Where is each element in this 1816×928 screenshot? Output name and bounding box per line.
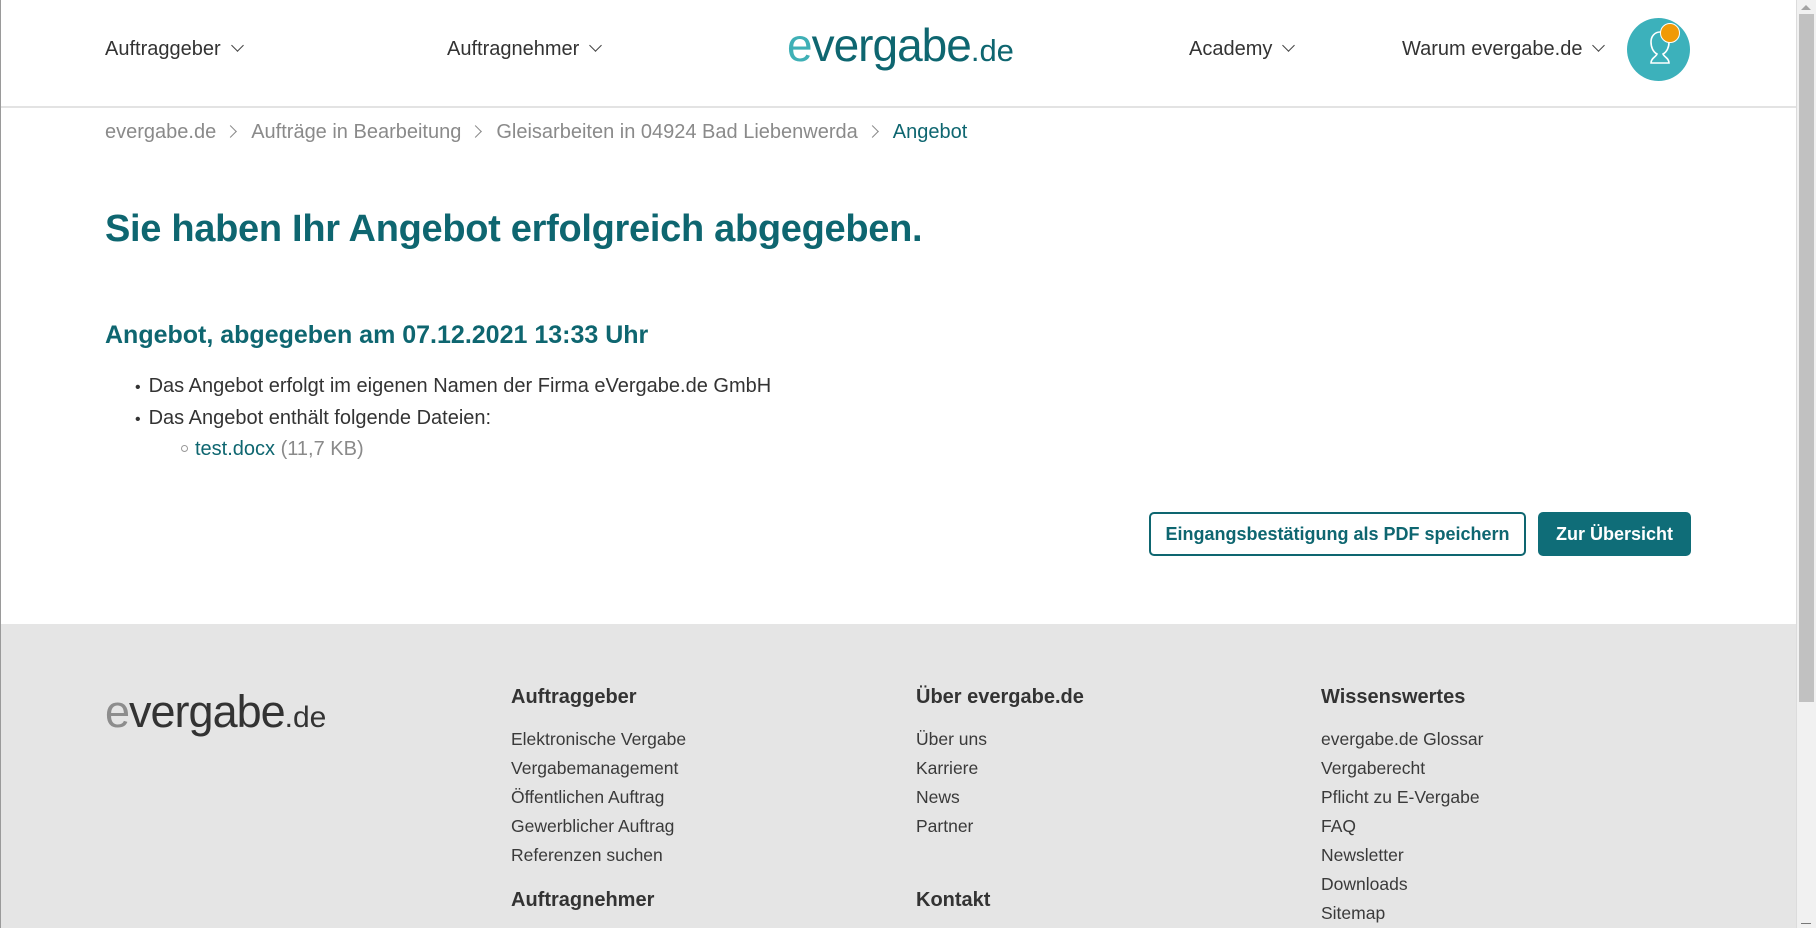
footer-link[interactable]: Partner (916, 813, 1084, 842)
footer-heading: Auftraggeber (511, 686, 637, 708)
site-header: Auftraggeber Auftragnehmer evergabe.de A… (1, 0, 1796, 108)
footer-column-auftraggeber: Auftraggeber Elektronische Vergabe Verga… (511, 686, 686, 928)
footer-column-wissenswertes: Wissenswertes evergabe.de Glossar Vergab… (1321, 686, 1483, 928)
chevron-down-icon (589, 39, 603, 52)
footer-link[interactable]: Downloads (1321, 871, 1483, 900)
chevron-right-icon (224, 125, 238, 138)
logo-e: e (787, 19, 813, 71)
footer-link[interactable]: Referenzen suchen (511, 842, 686, 871)
nav-warum-evergabe[interactable]: Warum evergabe.de (1402, 38, 1606, 61)
offer-details-list: Das Angebot erfolgt im eigenen Namen der… (135, 372, 772, 436)
footer-heading: Über evergabe.de (916, 686, 1084, 708)
circle-bullet-icon (181, 445, 188, 452)
footer-link[interactable]: News (916, 784, 1084, 813)
footer-link[interactable]: Karriere (916, 755, 1084, 784)
chevron-down-icon (230, 39, 244, 52)
footer-link[interactable]: evergabe.de Glossar (1321, 726, 1483, 755)
chevron-down-icon (1592, 39, 1606, 52)
site-logo[interactable]: evergabe.de (787, 18, 1014, 72)
file-item: test.docx (11,7 KB) (181, 438, 364, 461)
footer-spacer (916, 842, 1084, 871)
breadcrumb-home[interactable]: evergabe.de (105, 121, 216, 143)
list-item: Das Angebot enthält folgende Dateien: (135, 404, 771, 436)
submission-heading: Angebot, abgegeben am 07.12.2021 13:33 U… (105, 321, 649, 349)
footer-link[interactable]: Über uns (916, 726, 1084, 755)
user-icon (1650, 31, 1670, 64)
logo-tld: .de (970, 33, 1014, 68)
footer-heading: Kontakt (916, 889, 991, 911)
breadcrumb-auftraege[interactable]: Aufträge in Bearbeitung (251, 121, 461, 143)
footer-link[interactable]: Pflicht zu E-Vergabe (1321, 784, 1483, 813)
footer-link[interactable]: Elektronische Vergabe (511, 726, 686, 755)
file-size: (11,7 KB) (280, 438, 364, 460)
logo-e: e (105, 686, 130, 737)
page-title: Sie haben Ihr Angebot erfolgreich abgege… (105, 208, 923, 250)
breadcrumb: evergabe.de Aufträge in Bearbeitung Gleisa… (105, 121, 967, 144)
nav-label: Auftragnehmer (447, 38, 580, 60)
scroll-down-arrow-icon[interactable] (1801, 923, 1811, 924)
footer-link[interactable]: Vergabemanagement (511, 755, 686, 784)
footer-link[interactable]: Vergaberecht (1321, 755, 1483, 784)
footer-link[interactable]: Gewerblicher Auftrag (511, 813, 686, 842)
site-footer: evergabe.de Auftraggeber Elektronische V… (1, 624, 1796, 928)
page: Auftraggeber Auftragnehmer evergabe.de A… (0, 0, 1796, 928)
file-link[interactable]: test.docx (195, 438, 275, 460)
footer-logo[interactable]: evergabe.de (105, 686, 326, 738)
breadcrumb-current: Angebot (892, 121, 968, 143)
chevron-down-icon (1282, 39, 1296, 52)
footer-link[interactable]: Sitemap (1321, 900, 1483, 928)
footer-link[interactable]: FAQ (1321, 813, 1483, 842)
chevron-right-icon (469, 125, 483, 138)
scroll-up-arrow-icon[interactable] (1801, 5, 1811, 10)
scrollbar-thumb[interactable] (1799, 14, 1814, 702)
vertical-scrollbar[interactable] (1796, 0, 1816, 928)
breadcrumb-gleisarbeiten[interactable]: Gleisarbeiten in 04924 Bad Liebenwerda (496, 121, 857, 143)
nav-auftragnehmer[interactable]: Auftragnehmer (447, 38, 603, 61)
logo-main: vergabe (811, 19, 972, 71)
user-avatar-button[interactable] (1627, 18, 1690, 81)
nav-auftraggeber[interactable]: Auftraggeber (105, 38, 244, 61)
footer-link[interactable]: Newsletter (1321, 842, 1483, 871)
footer-column-ueber: Über evergabe.de Über uns Karriere News … (916, 686, 1084, 928)
nav-academy[interactable]: Academy (1189, 38, 1296, 61)
logo-main: vergabe (129, 686, 286, 737)
notification-dot (1660, 23, 1680, 43)
list-item: Das Angebot erfolgt im eigenen Namen der… (135, 372, 772, 404)
save-pdf-button[interactable]: Eingangsbestätigung als PDF speichern (1149, 512, 1526, 556)
nav-label: Warum evergabe.de (1402, 38, 1583, 60)
footer-heading: Wissenswertes (1321, 686, 1466, 708)
nav-label: Academy (1189, 38, 1273, 60)
footer-heading: Auftragnehmer (511, 889, 655, 911)
nav-label: Auftraggeber (105, 38, 221, 60)
chevron-right-icon (865, 125, 879, 138)
footer-link[interactable]: Öffentlichen Auftrag (511, 784, 686, 813)
overview-button[interactable]: Zur Übersicht (1538, 512, 1691, 556)
logo-tld: .de (284, 701, 327, 734)
